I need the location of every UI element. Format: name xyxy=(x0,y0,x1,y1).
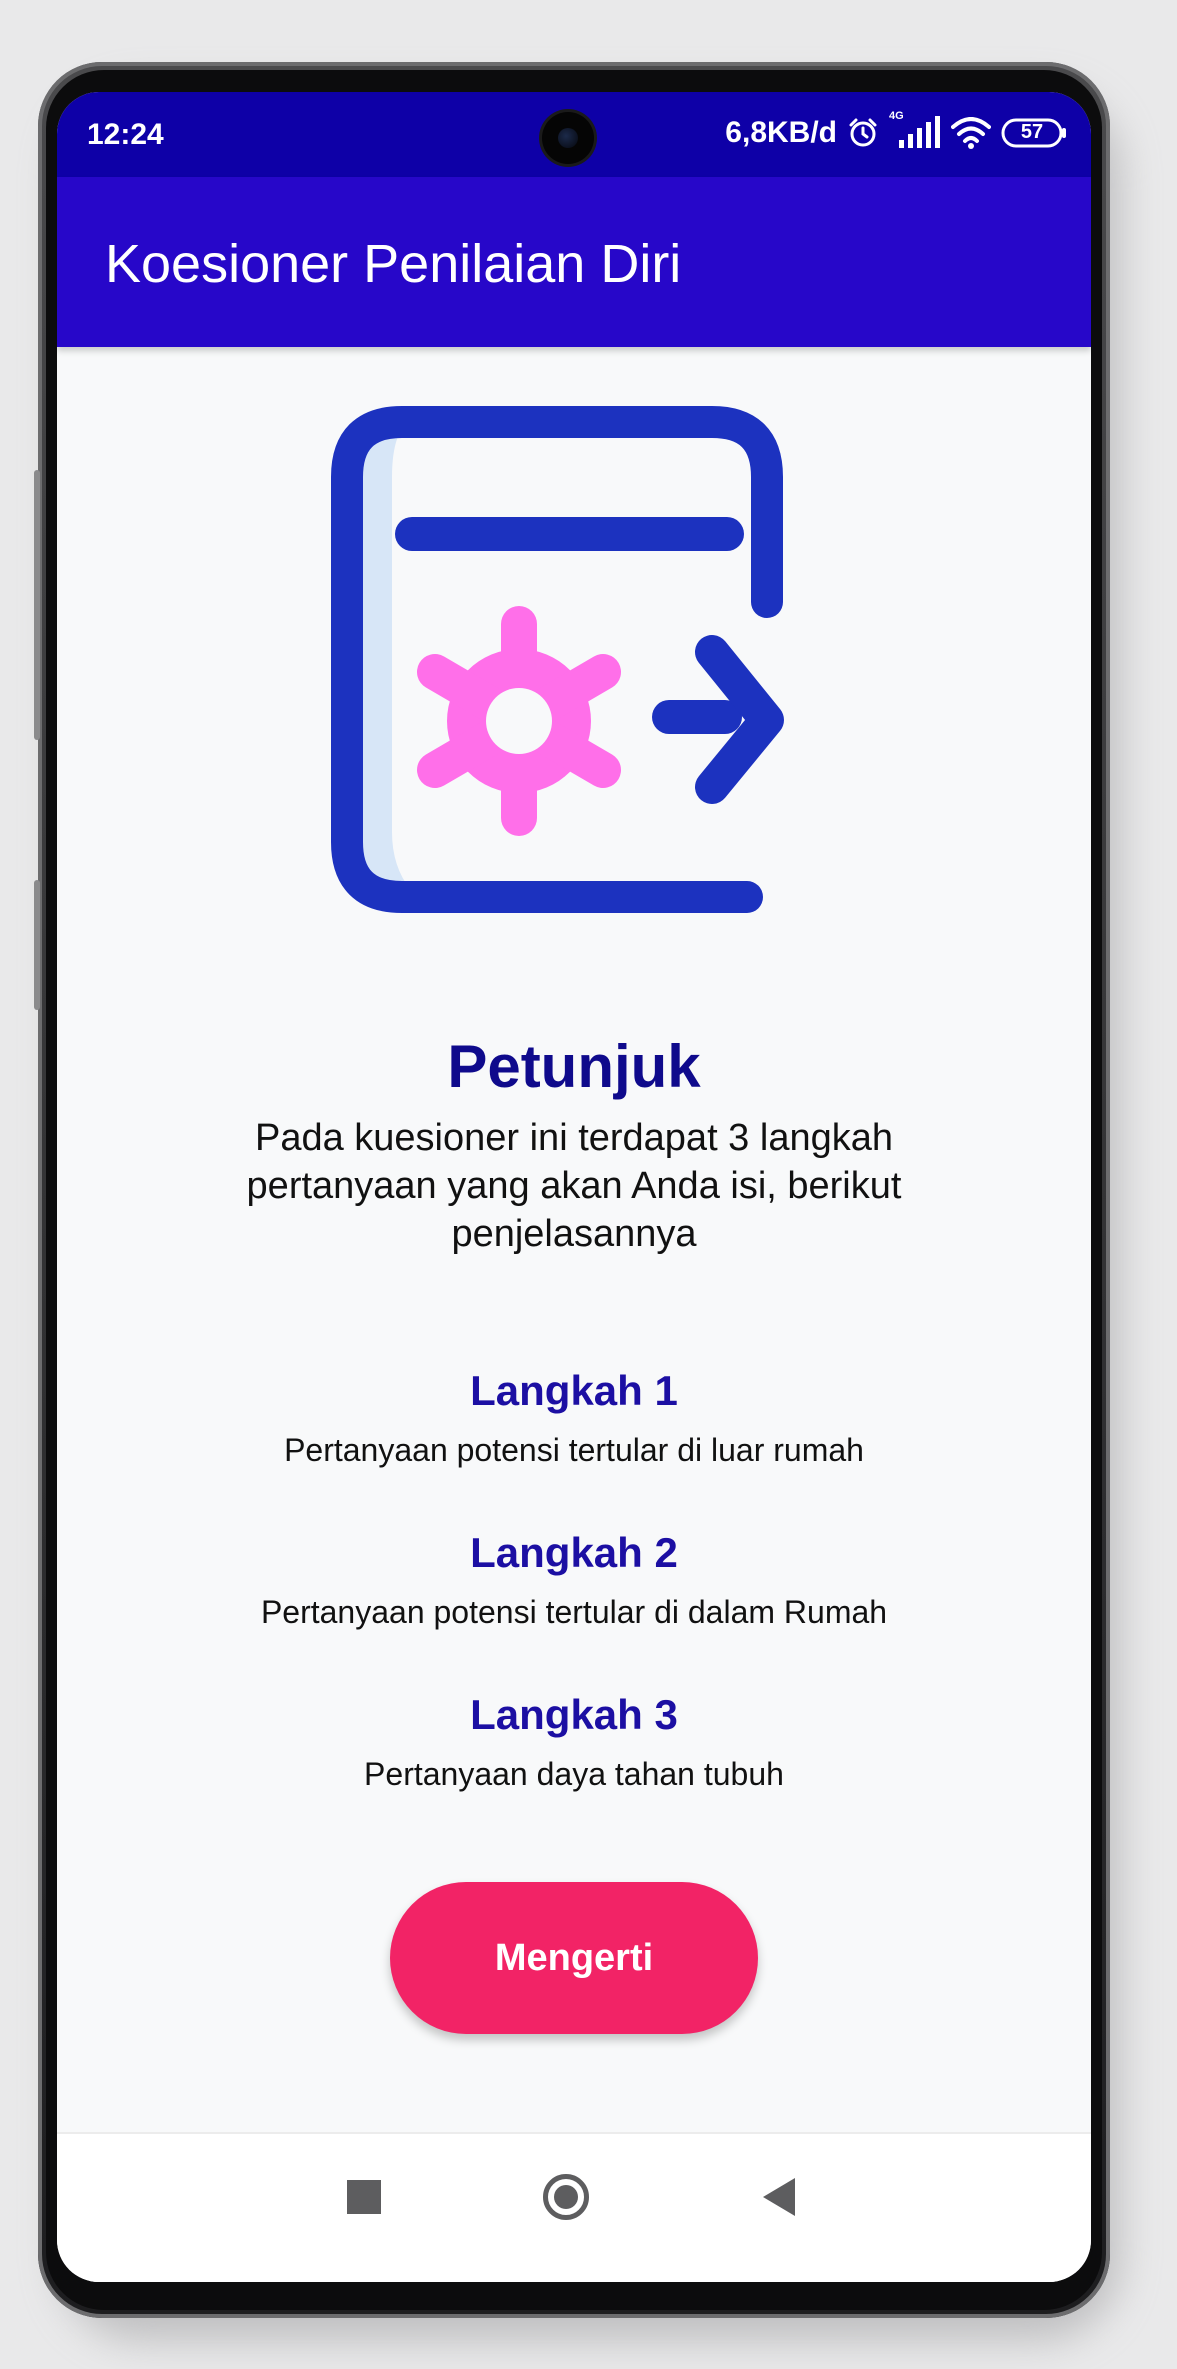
volume-key xyxy=(34,470,40,740)
understand-button[interactable]: Mengerti xyxy=(390,1882,758,2034)
back-triangle-icon[interactable] xyxy=(763,2178,795,2216)
status-indicators: 6,8KB/d 4G 57 xyxy=(725,110,1067,150)
step-1-description: Pertanyaan potensi tertular di luar ruma… xyxy=(284,1432,864,1468)
navigation-bar xyxy=(57,2132,1091,2282)
status-time: 12:24 xyxy=(87,118,164,151)
app-title: Koesioner Penilaian Diri xyxy=(105,234,682,294)
page-heading: Petunjuk xyxy=(447,1033,701,1100)
step-3-description: Pertanyaan daya tahan tubuh xyxy=(364,1756,784,1792)
network-speed: 6,8KB/d xyxy=(725,116,837,149)
home-circle-icon[interactable] xyxy=(543,2174,589,2220)
power-key xyxy=(34,880,40,1010)
network-type-label: 4G xyxy=(889,110,904,122)
step-2-title: Langkah 2 xyxy=(470,1529,678,1576)
intro-text: Pada kuesioner ini terdapat 3 langkah pe… xyxy=(246,1117,902,1255)
phone-screen: 12:24 6,8KB/d 4G 57 Koesioner Penilaian … xyxy=(57,92,1091,2282)
step-3-title: Langkah 3 xyxy=(470,1691,678,1738)
wifi-icon xyxy=(951,117,991,149)
front-camera xyxy=(542,112,594,164)
app-bar: Koesioner Penilaian Diri xyxy=(57,177,1091,347)
step-1-title: Langkah 1 xyxy=(470,1367,678,1414)
status-bar: 12:24 6,8KB/d 4G 57 xyxy=(57,92,1091,177)
settings-exit-icon xyxy=(327,402,807,922)
signal-icon: 4G xyxy=(889,110,941,150)
recents-square-icon[interactable] xyxy=(347,2180,381,2214)
alarm-icon xyxy=(847,117,879,149)
battery-level: 57 xyxy=(1020,121,1044,143)
step-2-description: Pertanyaan potensi tertular di dalam Rum… xyxy=(260,1594,888,1630)
battery-icon: 57 xyxy=(1001,118,1067,148)
